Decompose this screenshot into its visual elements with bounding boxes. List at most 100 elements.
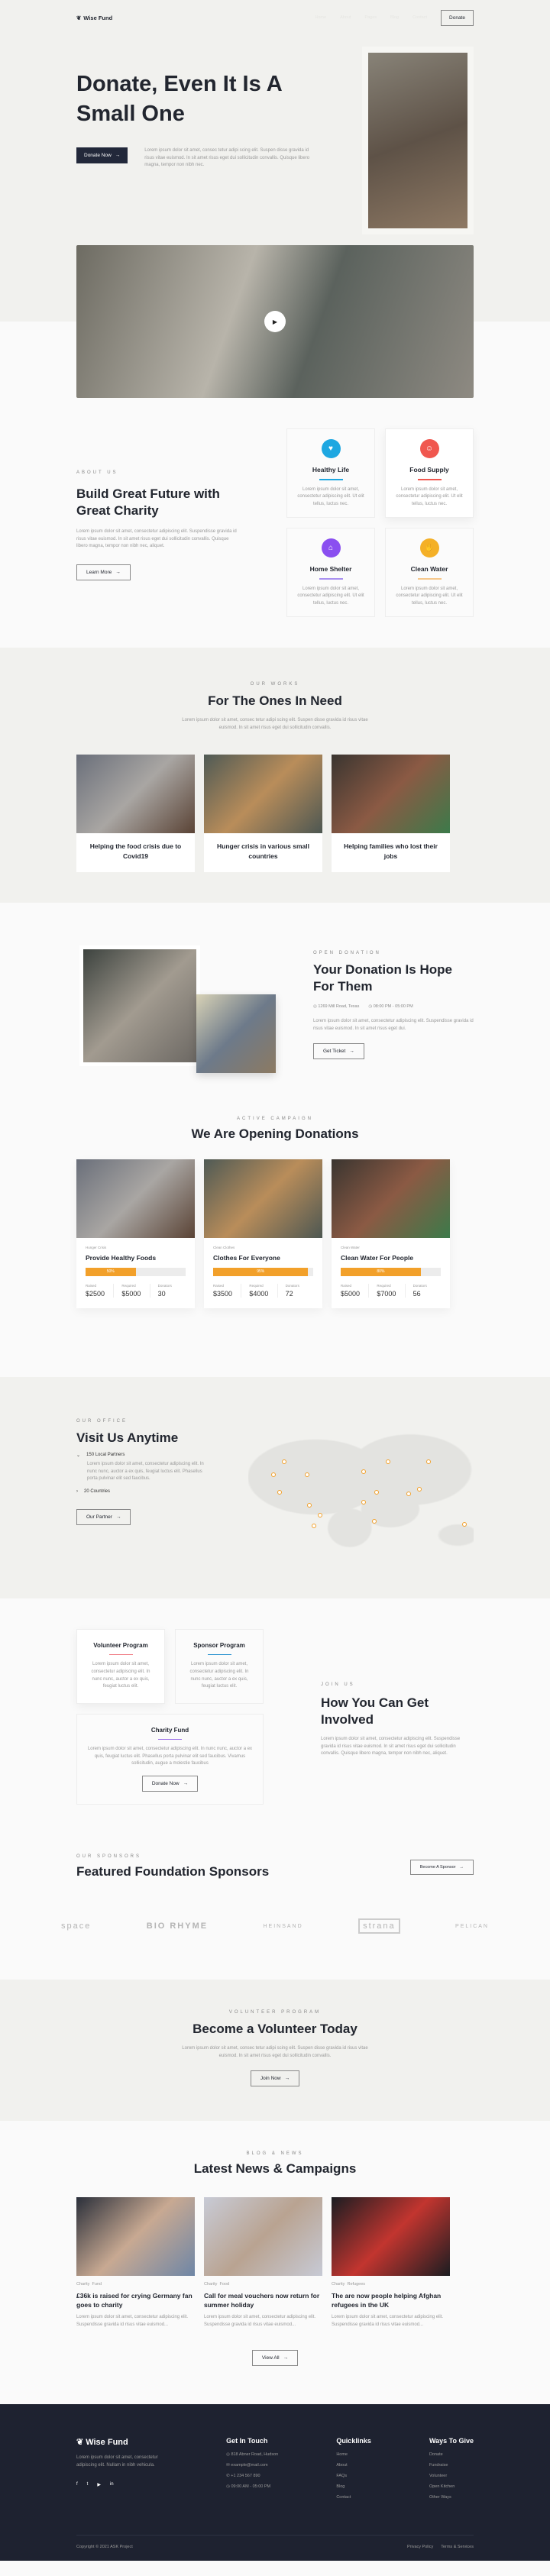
news-image: [76, 2196, 195, 2276]
nav-blog[interactable]: Blog: [390, 15, 399, 20]
charity-donate-now-button[interactable]: Donate Now →: [141, 1776, 199, 1792]
office-pin[interactable]: [372, 1518, 377, 1524]
get-ticket-button[interactable]: Get Ticket →: [313, 1043, 364, 1060]
sponsor-logo-biorhyme[interactable]: BIO RHYME: [147, 1921, 208, 1931]
office-pin[interactable]: [304, 1472, 309, 1478]
campaign-image: [76, 1159, 195, 1238]
news-title[interactable]: Call for meal vouchers now return for su…: [204, 2291, 322, 2310]
footer-link-fundraise[interactable]: Fundraise: [429, 2463, 474, 2468]
play-icon: ▶: [272, 318, 278, 325]
terms-link[interactable]: Terms & Services: [441, 2545, 474, 2549]
footer-link-faqs[interactable]: FAQs: [336, 2474, 371, 2478]
footer-link-open-kitchen[interactable]: Open Kitchen: [429, 2484, 474, 2489]
facebook-icon[interactable]: f: [76, 2482, 78, 2487]
office-pin[interactable]: [406, 1491, 411, 1496]
hero-image-card: [362, 47, 474, 234]
nav-home[interactable]: Home: [315, 15, 326, 20]
office-pin[interactable]: [318, 1513, 323, 1518]
office-pin[interactable]: [462, 1521, 467, 1527]
footer-logo[interactable]: ❦ Wise Fund: [76, 2437, 168, 2448]
progress-bar: 50%: [86, 1267, 186, 1276]
site-header: ❦ Wise Fund Home About Pages Blog Contac…: [76, 0, 474, 35]
view-all-button[interactable]: View All →: [251, 2350, 299, 2367]
logo[interactable]: ❦ Wise Fund: [76, 15, 112, 21]
office-pin[interactable]: [361, 1500, 366, 1505]
location-meta: ◎ 1269 Mill Road, Texas: [313, 1004, 360, 1009]
campaign-card[interactable]: Clean Clothes Clothes For Everyone 95% R…: [204, 1159, 322, 1308]
sponsor-logo-strana[interactable]: strana: [358, 1918, 400, 1934]
footer-quicklinks-title: Quicklinks: [336, 2437, 371, 2445]
video-banner[interactable]: ▶: [76, 245, 474, 398]
office-pin[interactable]: [270, 1472, 276, 1478]
stat-raised: Raised $5000: [341, 1283, 361, 1298]
arrow-right-icon: →: [115, 569, 121, 575]
stat-raised: Raised $3500: [213, 1283, 233, 1298]
office-pin[interactable]: [277, 1489, 283, 1495]
stat-donators: Donators 56: [404, 1283, 441, 1298]
join-now-button[interactable]: Join Now →: [250, 2070, 300, 2087]
sponsors-section: Our Sponsors Featured Foundation Sponsor…: [0, 1835, 550, 1980]
logo-icon: ❦: [76, 14, 82, 21]
news-card[interactable]: Charity Refugees The are now people help…: [332, 2196, 450, 2329]
sponsors-title: Featured Foundation Sponsors: [76, 1864, 270, 1879]
campaign-tag: Clean Clothes: [213, 1245, 235, 1249]
hero-donate-now-button[interactable]: Donate Now →: [76, 147, 128, 164]
footer-email[interactable]: ✉ example@mail.com: [226, 2463, 278, 2468]
work-card[interactable]: Helping families who lost their jobs: [332, 755, 450, 872]
office-pin[interactable]: [282, 1459, 287, 1465]
header-donate-button[interactable]: Donate: [441, 9, 474, 26]
footer-link-other-ways[interactable]: Other Ways: [429, 2495, 474, 2500]
learn-more-button[interactable]: Learn More →: [76, 564, 131, 580]
footer-link-donate[interactable]: Donate: [429, 2452, 474, 2457]
campaign-card[interactable]: Clean Water Clean Water For People 80% R…: [332, 1159, 450, 1308]
arrow-right-icon: →: [349, 1049, 354, 1055]
nav-about[interactable]: About: [340, 15, 351, 20]
work-card[interactable]: Hunger crisis in various small countries: [204, 755, 322, 872]
footer-phone[interactable]: ✆ +1 234 567 890: [226, 2474, 278, 2478]
site-footer: ❦ Wise Fund Lorem ipsum dolor sit amet, c…: [0, 2404, 550, 2561]
office-pin[interactable]: [311, 1523, 316, 1528]
nav-pages[interactable]: Pages: [364, 15, 377, 20]
nav-contact[interactable]: Contact: [412, 15, 427, 20]
linkedin-icon[interactable]: in: [110, 2482, 114, 2487]
chevron-down-icon: ⌄: [76, 1453, 81, 1458]
accordion-local-partners[interactable]: ⌄ 150 Local Partners: [76, 1453, 206, 1458]
office-pin[interactable]: [417, 1487, 422, 1492]
office-pin[interactable]: [426, 1459, 432, 1465]
news-card[interactable]: Charity Food Call for meal vouchers now …: [204, 2196, 322, 2329]
news-tags: Charity Refugees: [332, 2281, 366, 2287]
footer-link-about[interactable]: About: [336, 2463, 371, 2468]
accordion-countries[interactable]: › 20 Countries: [76, 1489, 206, 1494]
office-pin[interactable]: [385, 1459, 390, 1465]
arrow-right-icon: →: [284, 2076, 290, 2082]
work-card[interactable]: Helping the food crisis due to Covid19: [76, 755, 195, 872]
campaign-card[interactable]: Hunger Crisis Provide Healthy Foods 50% …: [76, 1159, 195, 1308]
become-sponsor-button[interactable]: Become A Sponsor →: [409, 1860, 474, 1876]
sponsor-logo-heinsand[interactable]: HEINSAND: [263, 1924, 302, 1929]
hero-section: ❦ Wise Fund Home About Pages Blog Contac…: [0, 0, 550, 254]
play-button[interactable]: ▶: [264, 311, 286, 332]
office-pin[interactable]: [374, 1489, 380, 1495]
news-title[interactable]: The are now people helping Afghan refuge…: [332, 2291, 450, 2310]
news-tags: Charity Fund: [76, 2281, 102, 2287]
sponsor-logo-pelican[interactable]: PELICAN: [455, 1924, 489, 1929]
news-excerpt: Lorem ipsum dolor sit amet, consectetur …: [332, 2315, 444, 2327]
footer-link-blog[interactable]: Blog: [336, 2484, 371, 2489]
office-pin[interactable]: [361, 1469, 366, 1475]
footer-link-contact[interactable]: Contact: [336, 2495, 371, 2500]
twitter-icon[interactable]: t: [87, 2482, 89, 2487]
youtube-icon[interactable]: ▶: [97, 2482, 101, 2487]
privacy-policy-link[interactable]: Privacy Policy: [407, 2545, 433, 2549]
our-partner-button[interactable]: Our Partner →: [76, 1508, 131, 1525]
footer-link-volunteer[interactable]: Volunteer: [429, 2474, 474, 2478]
news-title[interactable]: £36k is raised for crying Germany fan go…: [76, 2291, 195, 2310]
sponsor-logo-space[interactable]: space: [61, 1921, 91, 1931]
office-pin[interactable]: [306, 1503, 312, 1508]
works-title: For The Ones In Need: [208, 693, 342, 708]
news-card[interactable]: Charity Fund £36k is raised for crying G…: [76, 2196, 195, 2329]
progress-bar: 95%: [213, 1267, 313, 1276]
footer-link-home[interactable]: Home: [336, 2452, 371, 2457]
news-excerpt: Lorem ipsum dolor sit amet, consectetur …: [76, 2315, 189, 2327]
progress-fill: 95%: [213, 1267, 309, 1276]
location-icon: ◎: [313, 1004, 317, 1009]
